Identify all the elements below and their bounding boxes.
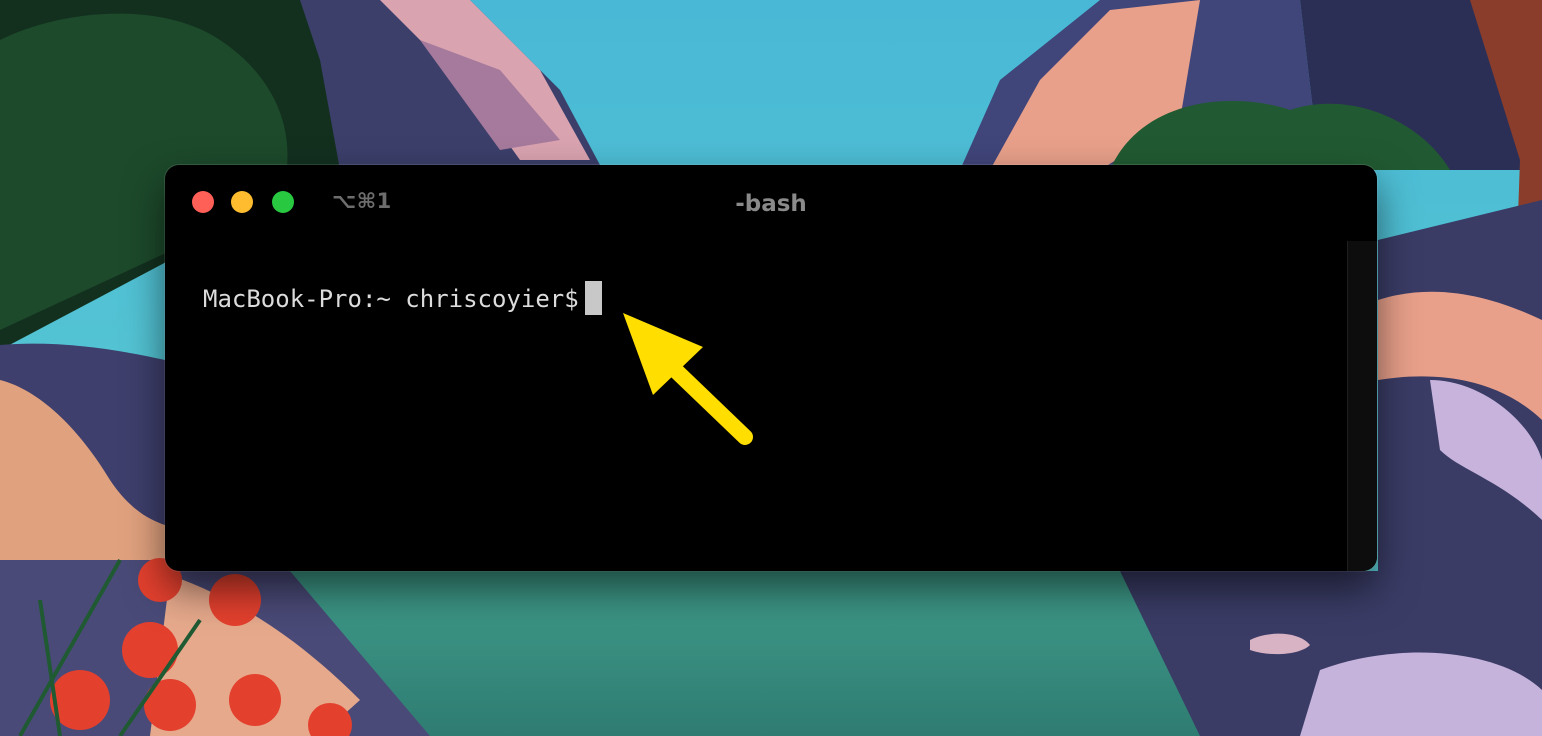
scrollbar[interactable] [1347, 241, 1377, 571]
shell-prompt: MacBook-Pro:~ chriscoyier$ [203, 285, 579, 313]
desktop: ⌥⌘1 -bash MacBook-Pro:~ chriscoyier$ [0, 0, 1542, 736]
terminal-content[interactable]: MacBook-Pro:~ chriscoyier$ [203, 281, 1337, 321]
prompt-line: MacBook-Pro:~ chriscoyier$ [203, 281, 1337, 317]
arrow-icon [623, 313, 753, 445]
window-titlebar[interactable]: ⌥⌘1 -bash [165, 165, 1377, 241]
text-cursor [584, 281, 602, 315]
terminal-window[interactable]: ⌥⌘1 -bash MacBook-Pro:~ chriscoyier$ [165, 165, 1377, 571]
window-title: -bash [735, 191, 807, 217]
